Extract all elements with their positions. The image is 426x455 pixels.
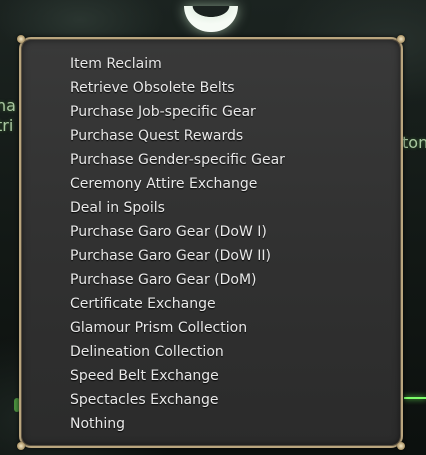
menu-item-nothing[interactable]: Nothing — [70, 412, 285, 436]
target-marker-line — [404, 397, 426, 399]
background-nameplate-fragment: na — [0, 96, 16, 115]
menu-item-purchase-job-specific-gear[interactable]: Purchase Job-specific Gear — [70, 100, 285, 124]
menu-item-garo-gear-dow-2[interactable]: Purchase Garo Gear (DoW II) — [70, 244, 285, 268]
menu-item-delineation-collection[interactable]: Delineation Collection — [70, 340, 285, 364]
npc-selection-menu: Item Reclaim Retrieve Obsolete Belts Pur… — [17, 35, 405, 450]
frame-corner-ornament-icon — [397, 442, 405, 450]
frame-corner-ornament-icon — [17, 442, 25, 450]
menu-item-ceremony-attire-exchange[interactable]: Ceremony Attire Exchange — [70, 172, 285, 196]
menu-item-item-reclaim[interactable]: Item Reclaim — [70, 52, 285, 76]
background-nameplate-fragment: tri — [0, 116, 14, 135]
menu-item-purchase-quest-rewards[interactable]: Purchase Quest Rewards — [70, 124, 285, 148]
menu-item-garo-gear-dow-1[interactable]: Purchase Garo Gear (DoW I) — [70, 220, 285, 244]
menu-options-list: Item Reclaim Retrieve Obsolete Belts Pur… — [70, 52, 285, 436]
menu-item-purchase-gender-specific-gear[interactable]: Purchase Gender-specific Gear — [70, 148, 285, 172]
background-nameplate-fragment: ton — [402, 133, 426, 152]
moon-crescent-icon — [184, 6, 238, 32]
game-scene-background: na tri ton Item Reclaim Retrieve Obsolet… — [0, 0, 426, 455]
menu-item-deal-in-spoils[interactable]: Deal in Spoils — [70, 196, 285, 220]
menu-item-retrieve-obsolete-belts[interactable]: Retrieve Obsolete Belts — [70, 76, 285, 100]
menu-item-glamour-prism-collection[interactable]: Glamour Prism Collection — [70, 316, 285, 340]
frame-corner-ornament-icon — [397, 35, 405, 43]
frame-corner-ornament-icon — [17, 35, 25, 43]
menu-item-speed-belt-exchange[interactable]: Speed Belt Exchange — [70, 364, 285, 388]
menu-item-certificate-exchange[interactable]: Certificate Exchange — [70, 292, 285, 316]
menu-item-spectacles-exchange[interactable]: Spectacles Exchange — [70, 388, 285, 412]
menu-item-garo-gear-dom[interactable]: Purchase Garo Gear (DoM) — [70, 268, 285, 292]
